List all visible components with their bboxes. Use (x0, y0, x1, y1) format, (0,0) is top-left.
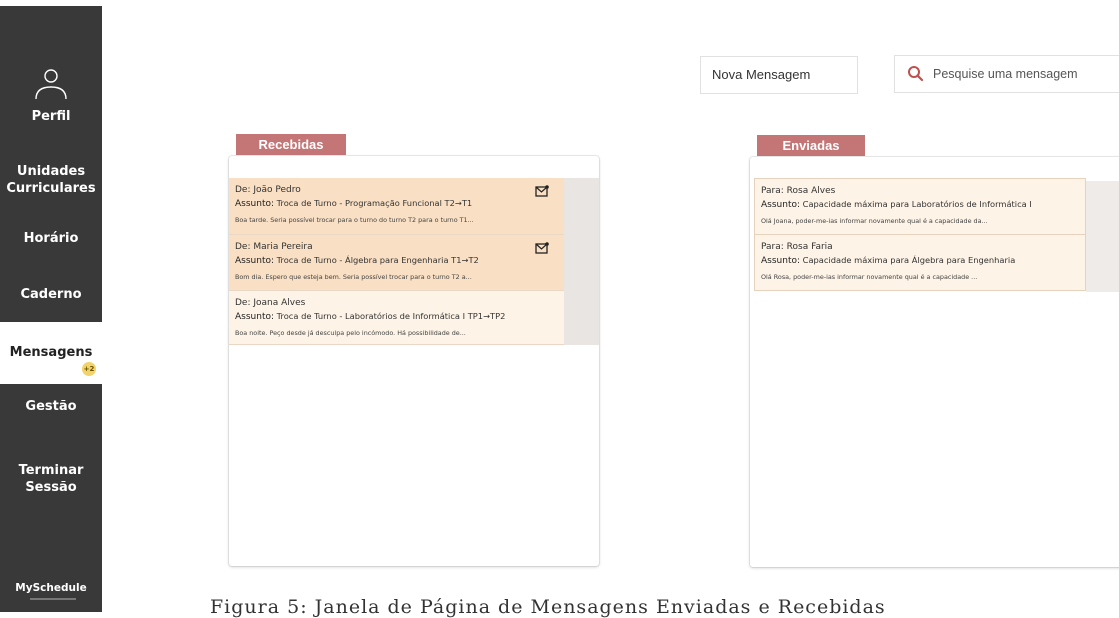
sidebar-item-unidades-curriculares[interactable]: Unidades Curriculares (0, 163, 102, 197)
message-preview: Boa tarde. Seria possível trocar para o … (235, 216, 474, 224)
message-preview: Bom dia. Espero que esteja bem. Seria po… (235, 273, 472, 281)
message-subject: Assunto: Capacidade máxima para Laborató… (761, 199, 1032, 210)
sent-scrollbar[interactable] (1086, 181, 1119, 292)
sidebar-item-label: Caderno (20, 287, 82, 302)
list-item-sent-2[interactable]: Para: Rosa Faria Assunto: Capacidade máx… (754, 235, 1086, 291)
message-recipient: Para: Rosa Faria (761, 242, 833, 252)
sidebar-item-label: Unidades Curriculares (6, 164, 96, 196)
sidebar-item-label: Horário (23, 231, 79, 246)
list-item-received-2[interactable]: De: Maria Pereira Assunto: Troca de Turn… (229, 235, 564, 291)
message-preview: Olá Rosa, poder-me-ias informar novament… (761, 273, 978, 281)
message-recipient: Para: Rosa Alves (761, 186, 836, 196)
message-preview: Boa noite. Peço desde já desculpa pelo i… (235, 329, 466, 337)
sidebar-item-label: Mensagens (9, 345, 93, 360)
message-preview: Olá Joana, poder-me-ias informar novamen… (761, 217, 988, 225)
message-subject: Assunto: Capacidade máxima para Álgebra … (761, 255, 1016, 266)
new-message-button[interactable]: Nova Mensagem (700, 56, 858, 94)
search-icon (908, 66, 924, 82)
unread-count-badge: +2 (82, 362, 96, 376)
list-item-received-1[interactable]: De: João Pedro Assunto: Troca de Turno -… (229, 178, 564, 235)
received-scrollbar[interactable] (564, 178, 599, 345)
sent-title: Enviadas (757, 135, 865, 157)
list-item-received-3[interactable]: De: Joana Alves Assunto: Troca de Turno … (229, 291, 564, 345)
sidebar-item-perfil[interactable]: Perfil (0, 108, 102, 125)
sidebar-item-label: Terminar Sessão (18, 463, 84, 495)
message-subject: Assunto: Troca de Turno - Programação Fu… (235, 198, 473, 209)
received-title: Recebidas (236, 134, 346, 156)
unread-mail-icon (535, 185, 549, 197)
figure-caption: Figura 5: Janela de Página de Mensagens … (210, 596, 886, 618)
unread-mail-icon (535, 242, 549, 254)
sidebar-item-label: Perfil (31, 109, 71, 124)
sent-panel: Para: Rosa Alves Assunto: Capacidade máx… (750, 157, 1119, 567)
message-subject: Assunto: Troca de Turno - Álgebra para E… (235, 255, 479, 266)
list-item-sent-1[interactable]: Para: Rosa Alves Assunto: Capacidade máx… (754, 178, 1086, 235)
sidebar: Perfil Unidades Curriculares Horário Cad… (0, 6, 102, 612)
app-logo: MySchedule (15, 582, 87, 594)
search-placeholder: Pesquise uma mensagem (933, 67, 1078, 81)
message-sender: De: Joana Alves (235, 298, 306, 308)
logo-tagline-bar (30, 598, 76, 600)
sidebar-item-horario[interactable]: Horário (0, 230, 102, 247)
message-subject: Assunto: Troca de Turno - Laboratórios d… (235, 311, 506, 322)
sidebar-item-terminar-sessao[interactable]: Terminar Sessão (0, 462, 102, 496)
user-icon (35, 69, 67, 100)
message-sender: De: Maria Pereira (235, 242, 313, 252)
sidebar-item-gestao[interactable]: Gestão (0, 398, 102, 415)
received-panel: De: João Pedro Assunto: Troca de Turno -… (229, 156, 599, 566)
sidebar-item-caderno[interactable]: Caderno (0, 286, 102, 303)
sidebar-item-label: Gestão (25, 399, 77, 414)
message-sender: De: João Pedro (235, 185, 301, 195)
search-input[interactable]: Pesquise uma mensagem (894, 55, 1119, 93)
